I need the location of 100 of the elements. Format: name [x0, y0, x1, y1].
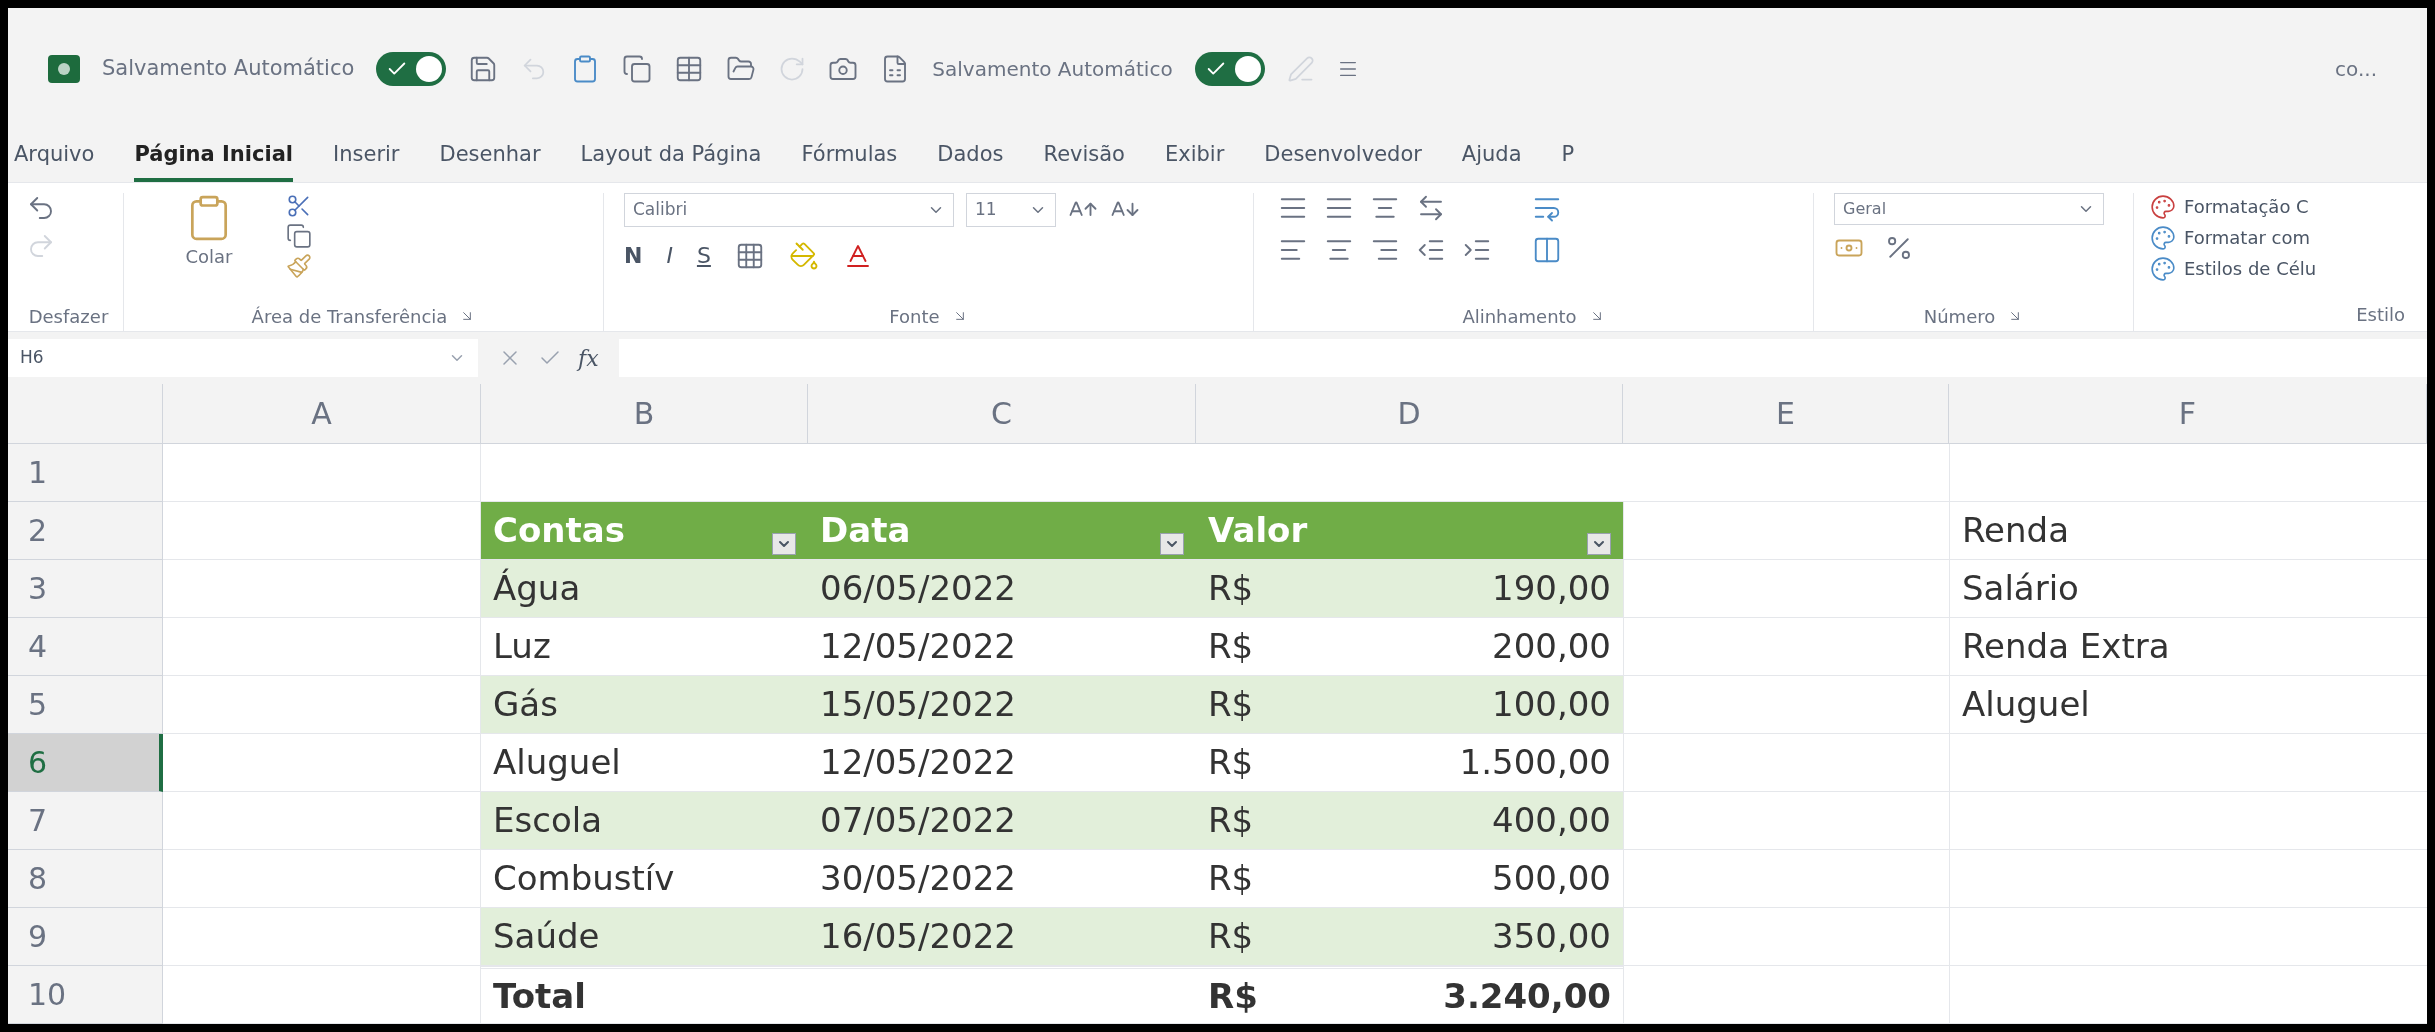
- styles-button[interactable]: Estilos de Célu: [2150, 255, 2405, 282]
- name-box[interactable]: H6: [8, 339, 478, 377]
- autosave-label: Salvamento Automático: [102, 55, 355, 83]
- column-header[interactable]: D: [1196, 384, 1623, 443]
- paste-button[interactable]: Colar: [164, 193, 254, 301]
- row-header[interactable]: 8: [8, 850, 163, 908]
- table-cell-text: 12/05/2022: [820, 625, 1016, 668]
- table-cell-text: Luz: [493, 625, 551, 668]
- column-header[interactable]: B: [481, 384, 808, 443]
- table-cell-text: 500,00: [1492, 857, 1611, 900]
- group-label: Fonte: [889, 304, 940, 329]
- table-cell-text: Valor: [1208, 509, 1308, 552]
- row-header[interactable]: 5: [8, 676, 163, 734]
- filter-button[interactable]: [772, 533, 796, 555]
- row-header[interactable]: 2: [8, 502, 163, 560]
- ribbon-tab[interactable]: Desenvolvedor: [1264, 138, 1422, 182]
- column-header[interactable]: F: [1949, 384, 2427, 443]
- italic-button[interactable]: I: [666, 239, 673, 272]
- row-header[interactable]: 10: [8, 966, 163, 1024]
- table-cell-text: Escola: [493, 799, 602, 842]
- table-cell-text: Total: [493, 974, 586, 1018]
- row-header[interactable]: 1: [8, 444, 163, 502]
- table-cell-text: 400,00: [1492, 799, 1611, 842]
- currency-cell-text: R$: [1208, 799, 1254, 842]
- ribbon-tab[interactable]: Dados: [937, 138, 1004, 182]
- table-cell-text: Água: [493, 567, 581, 610]
- row-header[interactable]: 4: [8, 618, 163, 676]
- column-header[interactable]: C: [808, 384, 1196, 443]
- row-header[interactable]: 3: [8, 560, 163, 618]
- table-cell-text: 3.240,00: [1443, 974, 1611, 1018]
- table-cell-text: 1.500,00: [1459, 741, 1611, 784]
- currency-cell-text: R$: [1208, 567, 1254, 610]
- file-name: co...: [2335, 56, 2377, 83]
- table-cell-text: 12/05/2022: [820, 741, 1016, 784]
- font-size-field[interactable]: 11: [966, 193, 1056, 227]
- row-header[interactable]: 9: [8, 908, 163, 966]
- format-painter-icon[interactable]: [286, 253, 312, 279]
- ribbon-tab[interactable]: Arquivo: [14, 138, 95, 182]
- group-label: Número: [1923, 304, 1996, 329]
- column-header[interactable]: E: [1623, 384, 1949, 443]
- palette-icon: [2150, 255, 2176, 282]
- table-cell-text: 07/05/2022: [820, 799, 1016, 842]
- table-cell-text: 350,00: [1492, 915, 1611, 958]
- ribbon-tab[interactable]: Revisão: [1043, 138, 1125, 182]
- ribbon-tab[interactable]: Ajuda: [1461, 138, 1522, 182]
- fill-color-icon[interactable]: [788, 240, 819, 271]
- group-label: Alinhamento: [1462, 304, 1577, 329]
- font-name-field[interactable]: Calibri: [624, 193, 954, 227]
- table-cell-text: Contas: [493, 509, 625, 552]
- table-cell-text: 30/05/2022: [820, 857, 1016, 900]
- copy-icon[interactable]: [622, 54, 653, 84]
- ribbon-tab[interactable]: Inserir: [333, 138, 400, 182]
- filter-button[interactable]: [1160, 533, 1184, 555]
- underline-button[interactable]: S: [696, 239, 711, 272]
- styles-button[interactable]: Formatar com: [2150, 224, 2405, 251]
- currency-cell-text: R$: [1208, 857, 1254, 900]
- table-cell-text: Gás: [493, 683, 558, 726]
- function-button[interactable]: fx: [578, 341, 599, 375]
- table-cell-text: Saúde: [493, 915, 600, 958]
- row-header[interactable]: 7: [8, 792, 163, 850]
- group-label: Estilo: [2356, 303, 2405, 327]
- column-header[interactable]: A: [163, 384, 481, 443]
- filter-button[interactable]: [1587, 533, 1611, 555]
- currency-cell-text: R$: [1208, 974, 1258, 1018]
- group-label: Desfazer: [28, 304, 109, 329]
- ribbon-tab[interactable]: Fórmulas: [801, 138, 898, 182]
- ribbon-tab[interactable]: Desenhar: [439, 138, 541, 182]
- excel-logo-icon: [48, 55, 80, 83]
- group-label: Área de Transferência: [251, 304, 448, 329]
- table-cell-text: 100,00: [1492, 683, 1611, 726]
- autosave-toggle[interactable]: [1194, 52, 1265, 86]
- copy-icon[interactable]: [286, 223, 312, 249]
- palette-icon: [2150, 193, 2176, 220]
- ribbon-tab[interactable]: Layout da Página: [580, 138, 762, 182]
- table-cell-text: Aluguel: [493, 741, 621, 784]
- ribbon-tab[interactable]: P: [1561, 138, 1575, 182]
- table-cell-text: 16/05/2022: [820, 915, 1016, 958]
- table-cell-text: Combustív: [493, 857, 675, 900]
- currency-cell-text: R$: [1208, 625, 1254, 668]
- currency-cell-text: R$: [1208, 915, 1254, 958]
- table-cell-text: Renda: [1962, 509, 2069, 552]
- bold-button[interactable]: N: [624, 239, 643, 272]
- number-format-field[interactable]: Geral: [1834, 193, 2104, 225]
- currency-cell-text: R$: [1208, 741, 1254, 784]
- table-cell-text: 06/05/2022: [820, 567, 1016, 610]
- table-cell-text: Renda Extra: [1962, 625, 2170, 668]
- autosave-label: Salvamento Automático: [932, 56, 1173, 83]
- ribbon-tab[interactable]: Exibir: [1165, 138, 1225, 182]
- row-header[interactable]: 6: [8, 734, 163, 792]
- formula-input[interactable]: [618, 339, 2427, 377]
- autosave-toggle[interactable]: [376, 52, 447, 86]
- table-cell-text: 190,00: [1492, 567, 1611, 610]
- table-cell-text: Salário: [1962, 567, 2079, 610]
- styles-button[interactable]: Formatação C: [2150, 193, 2405, 220]
- table-cell-text: Aluguel: [1962, 683, 2090, 726]
- table-cell-text: 200,00: [1492, 625, 1611, 668]
- table-cell-text: Data: [820, 509, 911, 552]
- table-cell-text: 15/05/2022: [820, 683, 1016, 726]
- currency-cell-text: R$: [1208, 683, 1254, 726]
- palette-icon: [2150, 224, 2176, 251]
